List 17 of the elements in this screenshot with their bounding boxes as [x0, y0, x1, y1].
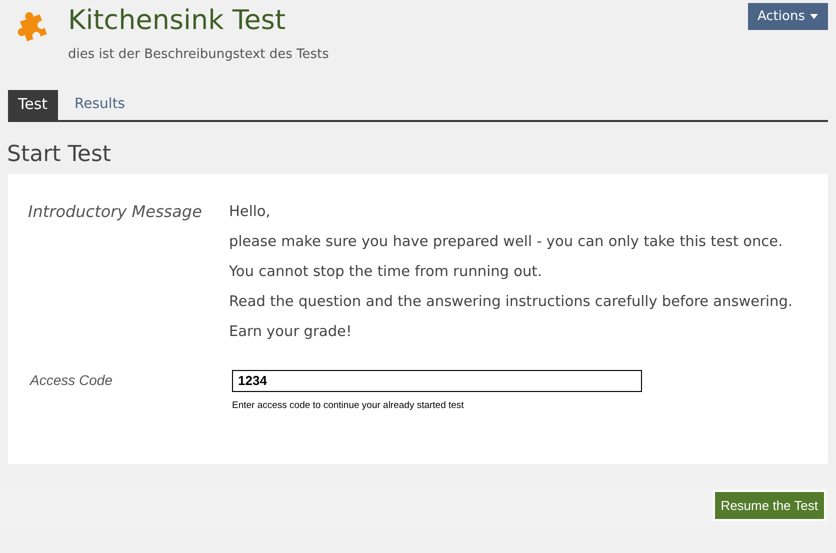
page-title: Kitchensink Test: [68, 4, 287, 38]
resume-test-button[interactable]: Resume the Test: [712, 490, 826, 521]
access-code-field[interactable]: 1234: [232, 370, 642, 392]
intro-text: Earn your grade!: [229, 322, 353, 342]
tab[interactable]: Test: [8, 90, 58, 120]
intro-text: Hello,: [229, 202, 272, 222]
page-description: dies ist der Beschreibungstext des Tests: [68, 46, 329, 64]
intro-text: Read the question and the answering instructions carefully before answering.: [229, 292, 793, 312]
section-title: Start Test: [7, 140, 112, 168]
intro-text: please make sure you have prepared well - you can only take this test once.: [229, 232, 784, 252]
tab[interactable]: Results: [58, 90, 142, 120]
intro-label: Introductory Message: [28, 200, 203, 222]
caret-icon: [810, 14, 818, 19]
help-text: Enter access code to continue your already started test: [232, 398, 465, 412]
actions-button[interactable]: Actions: [748, 3, 828, 30]
access-code-label: Access Code: [30, 370, 114, 390]
intro-text: You cannot stop the time from running out.: [229, 262, 543, 282]
